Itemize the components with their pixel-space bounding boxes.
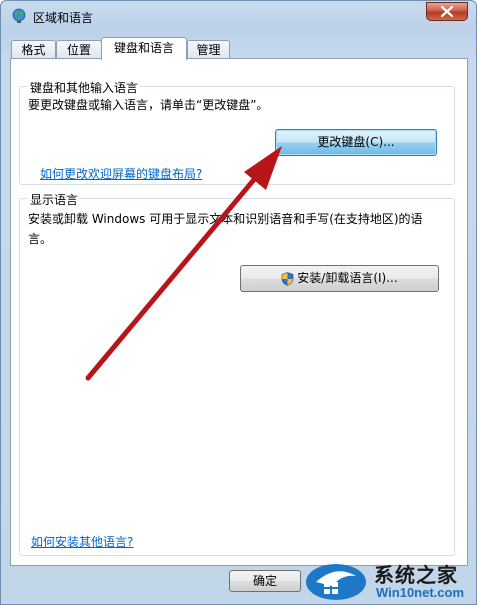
tab-keyboards-languages[interactable]: 键盘和语言 xyxy=(101,37,187,60)
region-language-dialog: 区域和语言 格式 位置 键盘和语言 管理 键盘和其他输入语言 要更改键盘或输入语… xyxy=(0,0,477,605)
keyboard-group-title: 键盘和其他输入语言 xyxy=(28,79,141,96)
tab-location[interactable]: 位置 xyxy=(56,40,102,59)
install-uninstall-languages-button[interactable]: 安装/卸载语言(I)... xyxy=(240,265,439,292)
keyboard-group: 键盘和其他输入语言 要更改键盘或输入语言，请单击“更改键盘”。 更改键盘(C).… xyxy=(19,79,455,185)
display-description-line1: 安装或卸载 Windows 可用于显示文本和识别语音和手写(在支持地区)的语 xyxy=(28,212,423,226)
watermark-logo xyxy=(306,564,366,600)
ok-button[interactable]: 确定 xyxy=(229,570,301,592)
close-icon xyxy=(441,6,453,17)
display-description-line2: 言。 xyxy=(28,232,53,246)
welcome-keyboard-help-link[interactable]: 如何更改欢迎屏幕的键盘布局? xyxy=(40,165,202,182)
close-button[interactable] xyxy=(426,2,468,21)
title-bar[interactable]: 区域和语言 xyxy=(1,1,476,31)
tab-administrative[interactable]: 管理 xyxy=(187,40,230,59)
tab-formats[interactable]: 格式 xyxy=(11,40,56,59)
install-button-label: 安装/卸载语言(I)... xyxy=(297,271,398,285)
uac-shield-icon xyxy=(281,271,294,286)
keyboard-description: 要更改键盘或输入语言，请单击“更改键盘”。 xyxy=(28,98,269,112)
watermark-brand: 系统之家 xyxy=(374,563,458,587)
watermark: 系统之家 Win10net.com xyxy=(300,556,477,605)
tab-panel: 键盘和其他输入语言 要更改键盘或输入语言，请单击“更改键盘”。 更改键盘(C).… xyxy=(10,58,468,566)
watermark-url: Win10net.com xyxy=(376,585,465,600)
display-language-group: 显示语言 安装或卸载 Windows 可用于显示文本和识别语音和手写(在支持地区… xyxy=(19,191,455,556)
window-title: 区域和语言 xyxy=(33,11,94,25)
change-keyboards-button[interactable]: 更改键盘(C)... xyxy=(275,129,437,156)
tab-strip: 格式 位置 键盘和语言 管理 xyxy=(11,37,471,60)
install-languages-help-link[interactable]: 如何安装其他语言? xyxy=(31,533,133,550)
globe-icon xyxy=(12,8,26,23)
display-group-title: 显示语言 xyxy=(28,191,81,208)
